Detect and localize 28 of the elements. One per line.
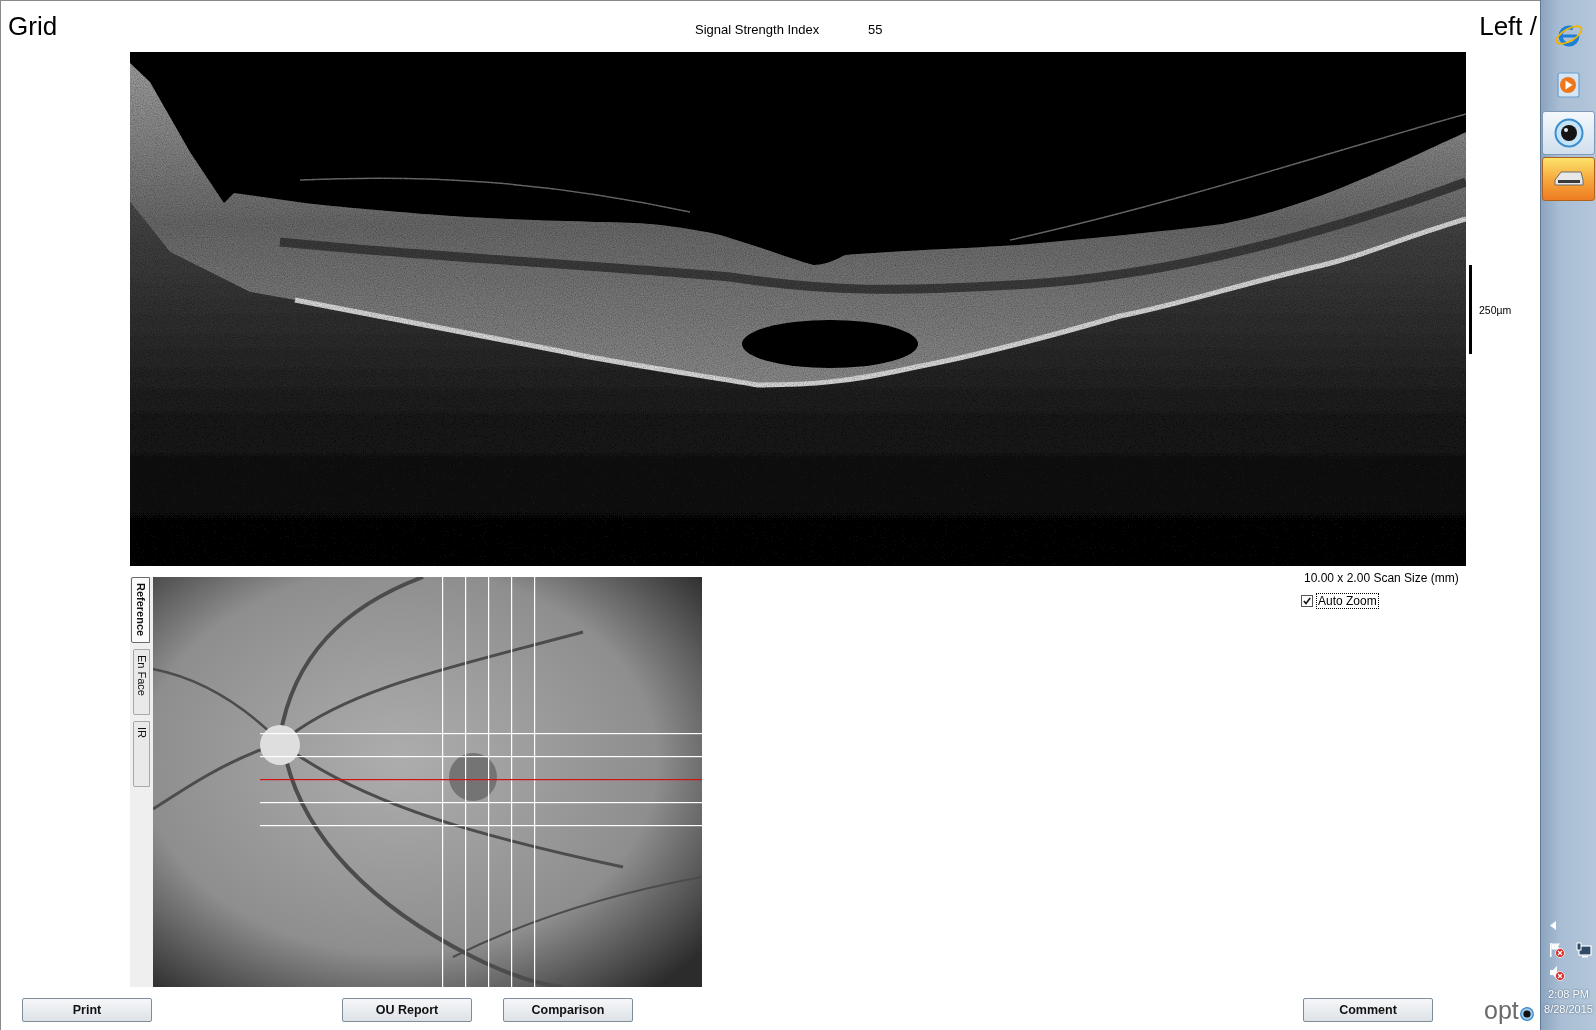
view-tab[interactable]: En Face bbox=[133, 649, 150, 715]
window-title: Grid bbox=[8, 11, 58, 42]
taskbar-button[interactable] bbox=[1542, 111, 1595, 155]
checkbox-label[interactable]: Auto Zoom bbox=[1317, 594, 1378, 608]
optic-disc bbox=[260, 725, 300, 765]
eye-icon bbox=[1553, 118, 1584, 148]
view-tab[interactable]: Reference bbox=[131, 577, 150, 643]
footer-button[interactable]: Comment bbox=[1303, 998, 1433, 1022]
footer-button[interactable]: Comparison bbox=[503, 998, 633, 1022]
logo-text: opt bbox=[1484, 996, 1519, 1025]
drive-icon bbox=[1553, 171, 1584, 187]
speaker-icon[interactable] bbox=[1549, 965, 1565, 981]
scan-size-label: 10.00 x 2.00 Scan Size (mm) bbox=[1304, 571, 1459, 585]
network-icon[interactable] bbox=[1576, 942, 1592, 958]
play-icon bbox=[1556, 72, 1581, 98]
auto-zoom-checkbox[interactable] bbox=[1301, 595, 1313, 607]
signal-strength-label: Signal Strength Index bbox=[695, 22, 820, 37]
flag-icon[interactable] bbox=[1549, 942, 1565, 958]
footer-button[interactable]: OU Report bbox=[342, 998, 472, 1022]
macula-spot bbox=[449, 753, 497, 801]
scale-label: 250µm bbox=[1479, 303, 1512, 316]
eye-logo-icon bbox=[1519, 1006, 1534, 1021]
signal-strength-value: 55 bbox=[868, 22, 883, 37]
taskbar-button[interactable] bbox=[1542, 157, 1595, 201]
checkmark-icon bbox=[1303, 597, 1311, 605]
eye-side-label: Left / bbox=[1479, 11, 1538, 42]
footer-button[interactable]: Print bbox=[22, 998, 152, 1022]
view-tab[interactable]: IR bbox=[133, 721, 150, 787]
